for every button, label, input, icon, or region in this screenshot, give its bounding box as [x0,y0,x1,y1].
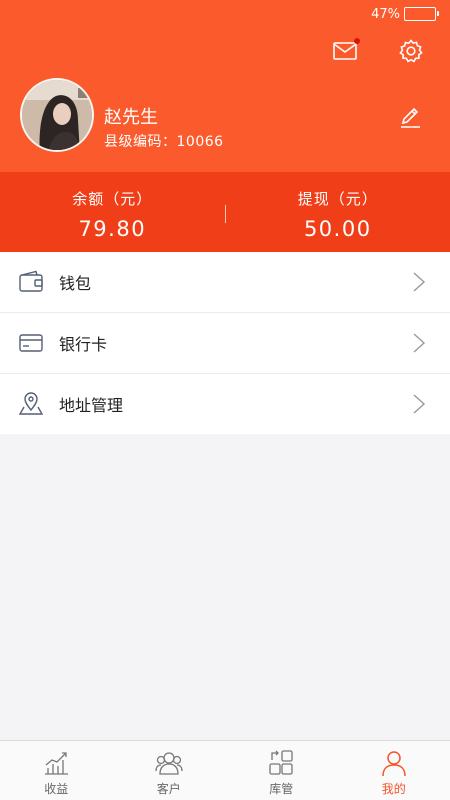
users-icon [155,749,183,777]
person-icon [380,749,408,777]
chevron-right-icon [412,393,426,415]
menu-item-address[interactable]: 地址管理 [0,374,450,434]
balance-value: 79.80 [78,217,147,241]
chevron-right-icon [412,271,426,293]
battery-icon [404,7,439,21]
menu-item-wallet[interactable]: 钱包 [0,252,450,313]
tab-label: 我的 [381,782,406,796]
menu-label: 银行卡 [59,335,108,354]
menu-item-bank-card[interactable]: 银行卡 [0,313,450,374]
balance-label: 余额（元） [72,190,153,208]
chart-icon [42,749,70,777]
edit-icon[interactable] [398,106,422,130]
tab-label: 客户 [156,782,181,796]
notification-dot [354,38,360,44]
county-code: 县级编码：10066 [104,134,224,150]
chevron-right-icon [412,332,426,354]
balance-panel: 余额（元） 79.80 提现（元） 50.00 [0,172,450,252]
battery-percent: 47% [371,6,400,22]
bank-card-icon [18,330,44,356]
withdraw-label: 提现（元） [297,190,378,208]
wallet-icon [18,269,44,295]
location-icon [18,391,44,417]
withdraw-column[interactable]: 提现（元） 50.00 [226,172,450,252]
profile-header: 47% 赵先生 县级编码：10066 [0,0,450,172]
withdraw-value: 50.00 [303,217,372,241]
tab-inventory[interactable]: 库管 [225,741,338,800]
tab-bar: 收益 客户 库管 我的 [0,740,450,800]
tab-earnings[interactable]: 收益 [0,741,113,800]
avatar[interactable] [20,78,94,152]
gear-icon[interactable] [398,38,424,64]
tab-label: 收益 [44,782,69,796]
menu-label: 钱包 [59,274,92,293]
tab-customers[interactable]: 客户 [113,741,226,800]
status-bar: 47% [371,6,439,22]
tab-mine[interactable]: 我的 [338,741,450,800]
grid-icon [267,749,295,777]
menu-list: 钱包 银行卡 地址管理 [0,252,450,434]
user-name: 赵先生 [104,107,158,128]
mail-icon[interactable] [332,38,360,64]
tab-label: 库管 [269,782,294,796]
menu-label: 地址管理 [59,396,124,415]
balance-column[interactable]: 余额（元） 79.80 [0,172,225,252]
